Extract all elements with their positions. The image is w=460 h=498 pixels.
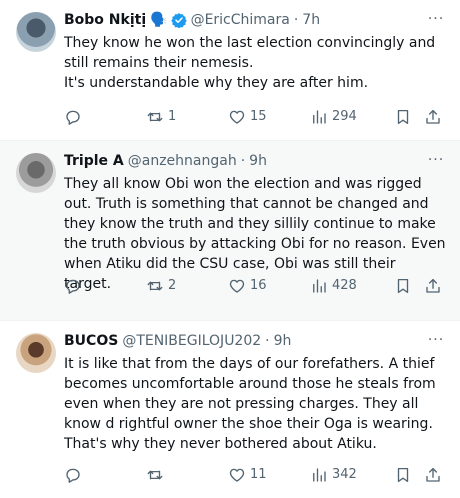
action-bar: 11 342 (64, 465, 446, 485)
tweet-text: It is like that from the days of our for… (64, 354, 446, 454)
share-button[interactable] (424, 107, 444, 127)
tweet-anzehnangah[interactable]: Triple A @anzehnangah · 9h ··· They all … (0, 141, 460, 321)
like-button[interactable]: 16 (228, 276, 310, 296)
timestamp[interactable]: 9h (249, 151, 267, 171)
reply-button[interactable] (64, 276, 146, 296)
reply-icon (66, 110, 80, 125)
like-count: 16 (250, 278, 267, 293)
more-icon[interactable]: ··· (426, 153, 446, 169)
tweet-header: BUCOS @TENIBEGILOJU202 · 9h (64, 331, 446, 351)
like-button[interactable]: 11 (228, 465, 310, 485)
separator-dot: · (293, 12, 299, 28)
separator-dot: · (265, 333, 270, 349)
retweet-button[interactable]: 1 (146, 107, 228, 127)
action-bar: 2 16 428 (64, 276, 446, 296)
handle[interactable]: @anzehnangah (128, 151, 237, 171)
handle[interactable]: @TENIBEGILOJU202 (122, 331, 261, 351)
bookmark-button[interactable] (394, 465, 424, 485)
reply-button[interactable] (64, 465, 146, 485)
reply-icon (66, 468, 80, 483)
views-button[interactable]: 294 (310, 107, 394, 127)
share-icon (426, 278, 440, 293)
timestamp[interactable]: 9h (274, 331, 292, 351)
verified-badge-icon (170, 13, 187, 28)
retweet-button[interactable] (146, 465, 228, 485)
timestamp[interactable]: 7h (302, 10, 320, 30)
tweet-paragraph: It's understandable why they are after h… (64, 75, 369, 91)
views-count: 342 (332, 467, 357, 482)
tweet-header: Triple A @anzehnangah · 9h (64, 151, 446, 171)
like-icon (229, 279, 245, 293)
retweet-button[interactable]: 2 (146, 276, 228, 296)
handle[interactable]: @EricChimara (191, 10, 290, 30)
views-count: 428 (332, 278, 357, 293)
like-count: 11 (250, 467, 267, 482)
bookmark-button[interactable] (394, 107, 424, 127)
reply-icon (66, 279, 80, 294)
tweet-header: Bobo Nkịtị 🗣️ @EricChimara · 7h (64, 10, 446, 30)
more-icon[interactable]: ··· (426, 12, 446, 28)
display-name[interactable]: Bobo Nkịtị (64, 10, 146, 30)
retweet-icon (147, 281, 163, 291)
views-button[interactable]: 428 (310, 276, 394, 296)
views-count: 294 (332, 109, 357, 124)
action-bar: 1 15 294 (64, 107, 446, 127)
bookmark-icon (397, 467, 409, 483)
share-button[interactable] (424, 465, 444, 485)
avatar[interactable] (16, 333, 56, 373)
avatar[interactable] (16, 153, 56, 193)
like-button[interactable]: 15 (228, 107, 310, 127)
retweet-icon (147, 470, 163, 480)
share-icon (426, 109, 440, 124)
views-icon (313, 468, 326, 482)
avatar[interactable] (16, 12, 56, 52)
share-button[interactable] (424, 276, 444, 296)
bookmark-button[interactable] (394, 276, 424, 296)
views-button[interactable]: 342 (310, 465, 394, 485)
like-icon (229, 468, 245, 482)
display-name[interactable]: Triple A (64, 151, 124, 171)
tweet-paragraph: They know he won the last election convi… (64, 35, 436, 71)
share-icon (426, 467, 440, 482)
tweet-text: They know he won the last election convi… (64, 33, 446, 93)
tweet-tenibegiloju[interactable]: BUCOS @TENIBEGILOJU202 · 9h ··· It is li… (0, 321, 460, 498)
speaking-head-icon: 🗣️ (150, 12, 168, 28)
retweet-count: 1 (168, 109, 177, 124)
tweet-paragraph: It is like that from the days of our for… (64, 356, 436, 452)
views-icon (313, 279, 326, 293)
like-icon (229, 110, 245, 124)
bookmark-icon (397, 109, 409, 125)
tweet-eric-chimara[interactable]: Bobo Nkịtị 🗣️ @EricChimara · 7h ··· They… (0, 0, 460, 141)
retweet-icon (147, 112, 163, 122)
separator-dot: · (240, 153, 246, 169)
more-icon[interactable]: ··· (426, 333, 446, 349)
like-count: 15 (250, 109, 267, 124)
reply-button[interactable] (64, 107, 146, 127)
display-name[interactable]: BUCOS (64, 331, 118, 351)
views-icon (313, 110, 326, 124)
bookmark-icon (397, 278, 409, 294)
retweet-count: 2 (168, 278, 177, 293)
